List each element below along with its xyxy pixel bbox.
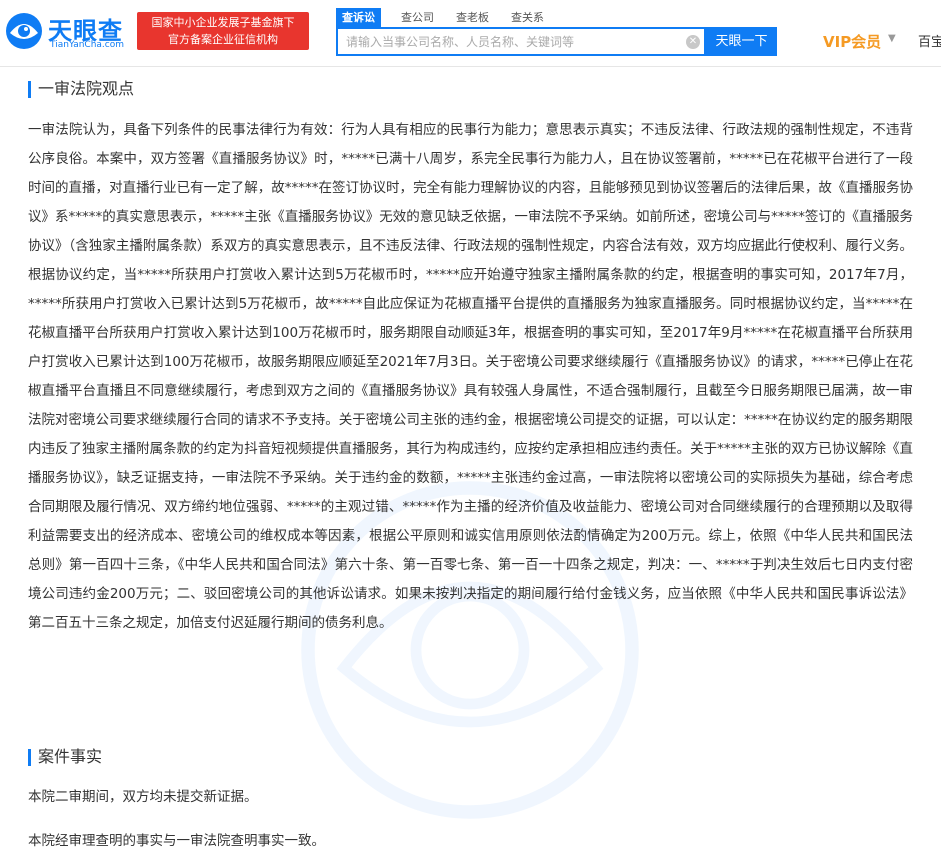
tianyancha-eye-logo-icon	[6, 13, 42, 49]
vip-member-link[interactable]: VIP会员	[823, 31, 881, 52]
logo[interactable]: 天眼查 TianYanCha.com	[4, 9, 134, 53]
section-marker	[28, 749, 31, 766]
logo-subtitle: TianYanCha.com	[50, 40, 125, 50]
tab-company[interactable]: 查公司	[401, 8, 434, 27]
case-facts-line-2: 本院经审理查明的事实与一审法院查明事实一致。	[28, 833, 325, 849]
tab-lawsuit[interactable]: 查诉讼	[336, 8, 381, 27]
search-button[interactable]: 天眼一下	[706, 27, 777, 56]
search-input[interactable]	[338, 29, 673, 54]
case-facts-line-1: 本院二审期间，双方均未提交新证据。	[28, 789, 258, 805]
clear-icon[interactable]: ✕	[686, 35, 700, 49]
official-badge: 国家中小企业发展子基金旗下 官方备案企业征信机构	[137, 12, 309, 50]
top-header: 天眼查 TianYanCha.com 国家中小企业发展子基金旗下 官方备案企业征…	[0, 0, 941, 67]
caret-down-icon[interactable]: ▼	[888, 33, 896, 44]
section-marker	[28, 81, 31, 98]
search-box: ✕	[336, 27, 706, 56]
section-title: 一审法院观点	[38, 79, 135, 98]
badge-line-2: 官方备案企业征信机构	[168, 33, 278, 46]
tab-relation[interactable]: 查关系	[511, 8, 544, 27]
tab-boss[interactable]: 查老板	[456, 8, 489, 27]
section-title: 案件事实	[38, 747, 103, 766]
badge-line-1: 国家中小企业发展子基金旗下	[151, 16, 295, 29]
more-link[interactable]: 百宝	[918, 31, 941, 50]
first-instance-opinion-text: 一审法院认为，具备下列条件的民事法律行为有效：行为人具有相应的民事行为能力；意思…	[28, 122, 913, 631]
